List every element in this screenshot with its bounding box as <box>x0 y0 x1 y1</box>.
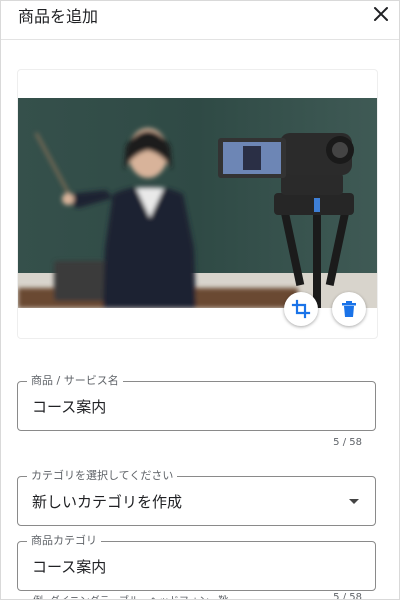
product-category-label: 商品カテゴリ <box>27 534 101 548</box>
product-category-value: コース案内 <box>32 558 107 576</box>
product-image <box>18 98 377 308</box>
product-name-label: 商品 / サービス名 <box>27 374 123 388</box>
dialog-title: 商品を追加 <box>18 7 99 26</box>
product-name-counter: 5 / 58 <box>333 437 362 448</box>
add-product-dialog: 商品を追加 商品 / サービス名 コース案内 5 / 58 カテゴリを選択してく… <box>0 0 400 600</box>
category-select-value: 新しいカテゴリを作成 <box>32 493 183 511</box>
crop-icon <box>291 299 311 319</box>
close-icon <box>374 7 388 21</box>
category-select[interactable]: カテゴリを選択してください 新しいカテゴリを作成 <box>17 469 376 526</box>
image-card <box>17 69 378 339</box>
product-category-helper: 例: ダイニングテーブル、ヘッドフォン、靴 <box>33 592 228 599</box>
category-select-label: カテゴリを選択してください <box>27 469 178 483</box>
dialog-header: 商品を追加 <box>1 1 399 40</box>
product-category-field[interactable]: 商品カテゴリ コース案内 <box>17 534 376 591</box>
chevron-down-icon <box>349 499 359 504</box>
crop-button[interactable] <box>284 292 318 326</box>
trash-icon <box>342 301 356 317</box>
delete-button[interactable] <box>332 292 366 326</box>
product-name-field[interactable]: 商品 / サービス名 コース案内 <box>17 374 376 431</box>
product-name-value: コース案内 <box>32 398 107 416</box>
close-button[interactable] <box>371 4 391 24</box>
product-category-counter: 5 / 58 <box>333 592 362 600</box>
